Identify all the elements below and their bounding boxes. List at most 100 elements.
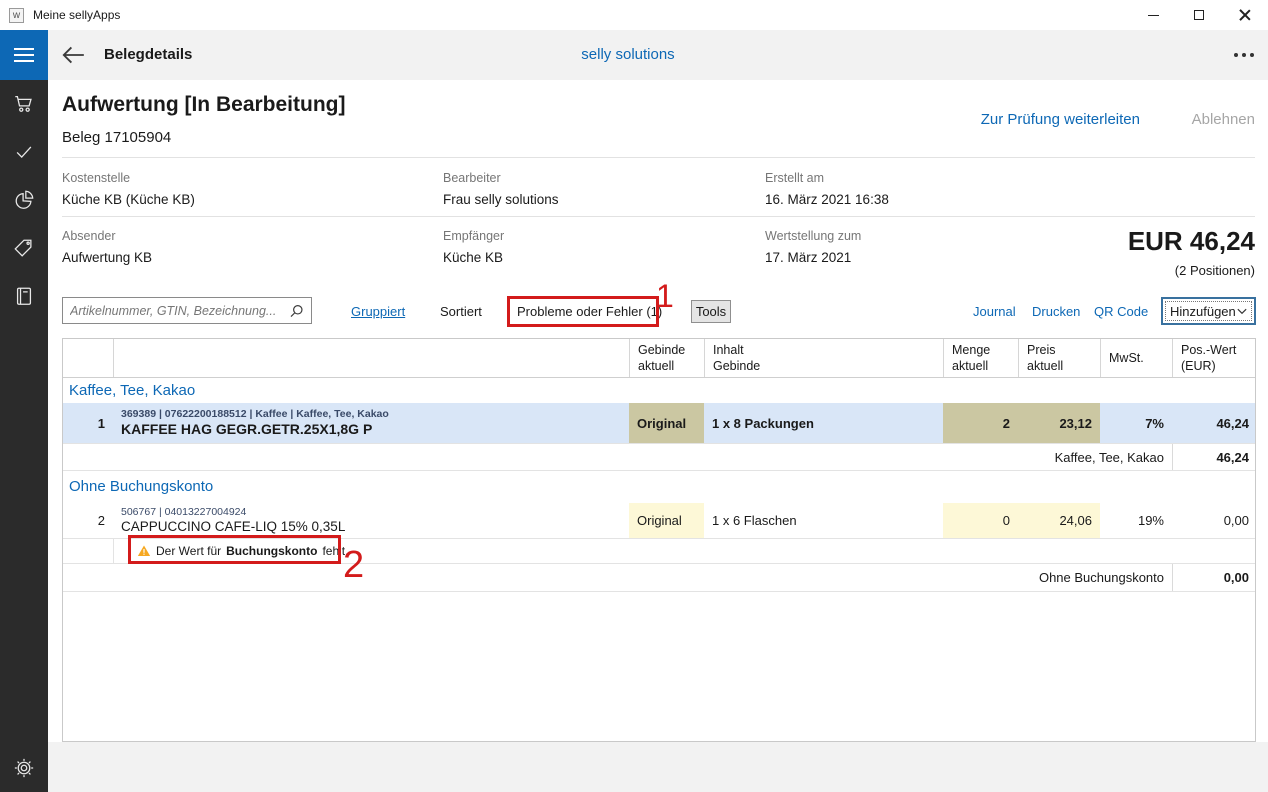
problems-errors-toggle[interactable]: Probleme oder Fehler (1): [517, 304, 662, 319]
meta-value-wertstellung: 17. März 2021: [765, 250, 851, 265]
table-row[interactable]: 1 369389 | 07622200188512 | Kaffee | Kaf…: [63, 403, 1255, 443]
sidebar-item-approvals[interactable]: [13, 141, 35, 163]
meta-value-absender: Aufwertung KB: [62, 250, 152, 265]
sidebar-item-offers[interactable]: [13, 237, 35, 259]
row-menge: 2: [943, 403, 1018, 443]
group-header-kaffee: Kaffee, Tee, Kakao: [69, 382, 195, 399]
more-options-button[interactable]: [1226, 40, 1258, 70]
print-link[interactable]: Drucken: [1032, 304, 1080, 319]
app-icon: w: [9, 8, 24, 23]
row-mwst: 19%: [1100, 503, 1172, 538]
subtotal-value: 0,00: [1172, 564, 1257, 591]
row-position: 2: [63, 503, 113, 538]
article-search-box: [62, 297, 312, 324]
meta-label-kostenstelle: Kostenstelle: [62, 171, 130, 185]
add-dropdown[interactable]: Hinzufügen: [1161, 297, 1256, 325]
meta-value-bearbeiter: Frau selly solutions: [443, 192, 559, 207]
row-inhalt: 1 x 6 Flaschen: [704, 503, 943, 538]
row-menge: 0: [943, 503, 1018, 538]
col-header-gebinde: Gebinde aktuell: [629, 339, 704, 377]
meta-label-erstellt: Erstellt am: [765, 171, 824, 185]
meta-label-bearbeiter: Bearbeiter: [443, 171, 501, 185]
close-icon: [1239, 9, 1251, 21]
warning-text-prefix: Der Wert für: [156, 544, 221, 558]
meta-label-empfaenger: Empfänger: [443, 229, 504, 243]
row-description: 506767 | 04013227004924 CAPPUCCINO CAFE-…: [113, 503, 629, 538]
row-article-name: KAFFEE HAG GEGR.GETR.25X1,8G P: [121, 421, 629, 437]
tag-icon: [13, 237, 35, 259]
divider: [63, 470, 1255, 471]
grouped-toggle[interactable]: Gruppiert: [351, 304, 405, 319]
cart-icon: [13, 93, 35, 115]
row-wert: 46,24: [1172, 403, 1257, 443]
maximize-button[interactable]: [1176, 0, 1222, 30]
row-preis: 24,06: [1018, 503, 1100, 538]
row-inhalt: 1 x 8 Packungen: [704, 403, 943, 443]
divider: [63, 591, 1255, 592]
divider: [62, 157, 1255, 158]
hamburger-menu-button[interactable]: [0, 30, 48, 80]
row-article-name: CAPPUCCINO CAFE-LIQ 15% 0,35L: [121, 519, 629, 534]
row-position: 1: [63, 403, 113, 443]
meta-value-kostenstelle: Küche KB (Küche KB): [62, 192, 195, 207]
meta-label-absender: Absender: [62, 229, 116, 243]
maximize-icon: [1194, 10, 1204, 20]
sidebar-item-settings[interactable]: [13, 757, 35, 779]
meta-value-empfaenger: Küche KB: [443, 250, 503, 265]
minimize-button[interactable]: [1130, 0, 1176, 30]
search-icon[interactable]: [289, 303, 305, 319]
divider: [62, 216, 1255, 217]
col-header-description: [113, 339, 629, 377]
sidebar-item-reports[interactable]: [13, 189, 35, 211]
minimize-icon: [1148, 15, 1159, 16]
table-row[interactable]: 2 506767 | 04013227004924 CAPPUCCINO CAF…: [63, 503, 1255, 538]
row-article-info: 369389 | 07622200188512 | Kaffee | Kaffe…: [121, 408, 629, 420]
col-header-wert: Pos.-Wert (EUR): [1172, 339, 1257, 377]
warning-text-field: Buchungskonto: [226, 544, 317, 558]
close-button[interactable]: [1222, 0, 1268, 30]
sorted-toggle[interactable]: Sortiert: [440, 304, 482, 319]
document-title: Aufwertung [In Bearbeitung]: [62, 93, 345, 117]
chevron-down-icon: [1237, 308, 1247, 315]
col-header-menge: Menge aktuell: [943, 339, 1018, 377]
subtotal-value: 46,24: [1172, 444, 1257, 470]
divider: [63, 538, 1255, 539]
meta-label-wertstellung: Wertstellung zum: [765, 229, 861, 243]
row-warning: Der Wert für Buchungskonto fehlt.: [137, 542, 348, 560]
col-header-pos: [63, 339, 113, 377]
row-gebinde: Original: [629, 403, 704, 443]
divider: [113, 538, 114, 563]
col-header-mwst: MwSt.: [1100, 339, 1172, 377]
forward-for-review-button[interactable]: Zur Prüfung weiterleiten: [981, 111, 1140, 128]
sidebar-item-journal[interactable]: [13, 285, 35, 307]
col-header-inhalt: Inhalt Gebinde: [704, 339, 943, 377]
sidebar-item-cart[interactable]: [13, 93, 35, 115]
document-total: EUR 46,24: [1128, 226, 1255, 257]
row-description: 369389 | 07622200188512 | Kaffee | Kaffe…: [113, 403, 629, 443]
reject-button[interactable]: Ablehnen: [1192, 111, 1255, 128]
journal-link[interactable]: Journal: [973, 304, 1016, 319]
row-preis: 23,12: [1018, 403, 1100, 443]
tenant-title: selly solutions: [48, 30, 1208, 80]
subtotal-label: Ohne Buchungskonto: [63, 564, 1172, 591]
window-title: Meine sellyApps: [33, 8, 120, 22]
row-gebinde: Original: [629, 503, 704, 538]
group-header-ohne-buchungskonto: Ohne Buchungskonto: [69, 478, 213, 495]
tools-button[interactable]: Tools: [691, 300, 731, 323]
gear-icon: [13, 757, 35, 779]
document-position-count: (2 Positionen): [1175, 263, 1255, 278]
check-icon: [13, 141, 35, 163]
warning-icon: [137, 544, 151, 558]
qr-code-link[interactable]: QR Code: [1094, 304, 1148, 319]
add-dropdown-label: Hinzufügen: [1170, 304, 1236, 319]
pie-chart-icon: [13, 189, 35, 211]
meta-value-erstellt: 16. März 2021 16:38: [765, 192, 889, 207]
window-titlebar: w Meine sellyApps: [0, 0, 1268, 30]
footer-strip: [48, 742, 1268, 792]
search-input[interactable]: [63, 304, 289, 318]
book-icon: [13, 285, 35, 307]
document-number: Beleg 17105904: [62, 129, 171, 146]
col-header-preis: Preis aktuell: [1018, 339, 1100, 377]
positions-table: Gebinde aktuell Inhalt Gebinde Menge akt…: [62, 338, 1256, 742]
hamburger-icon: [14, 48, 34, 50]
